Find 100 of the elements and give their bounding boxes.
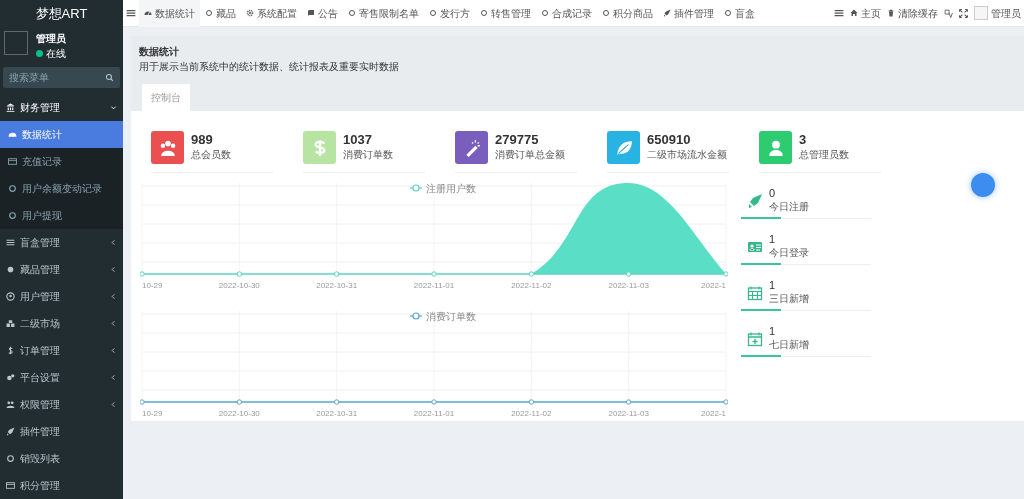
stat-label: 总管理员数	[799, 148, 849, 163]
sidebar-subitem[interactable]: 用户余额变动记录	[0, 175, 123, 202]
nav-tab[interactable]: 转售管理	[475, 0, 536, 27]
x-axis-label: 10-29	[142, 409, 163, 418]
x-axis-label: 2022-10-30	[218, 281, 260, 290]
rocket-icon	[663, 9, 671, 17]
accent-bar	[741, 263, 781, 265]
cubes-icon	[6, 319, 15, 328]
circle-icon	[724, 9, 732, 17]
x-axis-label: 2022-11-03	[608, 281, 649, 290]
stat-label: 总会员数	[191, 148, 231, 163]
stat-label: 消费订单总金额	[495, 148, 565, 163]
stat-label: 二级市场流水金额	[647, 148, 727, 163]
calendar-icon	[747, 284, 763, 301]
sidebar-item[interactable]: 订单管理	[0, 337, 123, 364]
nav-tab[interactable]: 盲盒	[719, 0, 760, 27]
sidebar-item[interactable]: 平台设置	[0, 364, 123, 391]
clear-cache-link[interactable]: 清除缓存	[884, 0, 941, 27]
avatar-placeholder	[974, 6, 988, 20]
stat-value: 989	[191, 132, 214, 148]
sidebar-item[interactable]: 积分管理	[0, 472, 123, 499]
x-axis-label: 2022-11-02	[511, 281, 552, 290]
sidebar-item[interactable]: 藏品管理	[0, 256, 123, 283]
nav-tab[interactable]: 寄售限制名单	[343, 0, 424, 27]
leaf-icon	[614, 138, 633, 157]
bank-icon	[6, 103, 15, 112]
list-icon	[6, 238, 15, 247]
sidebar-item[interactable]: 财务管理	[0, 94, 123, 121]
accent-bar	[741, 217, 781, 219]
legend-marker	[409, 312, 423, 320]
x-axis-label: 2022-11-02	[511, 409, 552, 418]
circle-icon	[480, 9, 488, 17]
quick-stat-label: 今日登录	[769, 246, 809, 261]
sidebar-subitem[interactable]: 数据统计	[0, 121, 123, 148]
account-menu[interactable]: 管理员	[971, 0, 1024, 27]
nav-tab[interactable]: 公告	[302, 0, 343, 27]
sidebar-subitem[interactable]: 充值记录	[0, 148, 123, 175]
x-axis-label: 2022-11-01	[413, 409, 455, 418]
card-icon	[8, 157, 17, 166]
sidebar-item[interactable]: 盲盒管理	[0, 229, 123, 256]
quick-stat-label: 三日新增	[769, 292, 809, 307]
circle-icon	[541, 9, 549, 17]
legend-marker	[409, 184, 423, 192]
circle-icon	[429, 9, 437, 17]
x-axis-label: 2022-10-31	[316, 281, 358, 290]
expand-icon	[959, 8, 968, 18]
home-link[interactable]: 主页	[847, 0, 884, 27]
nav-tab[interactable]: 合成记录	[536, 0, 597, 27]
quick-stat-label: 七日新增	[769, 338, 809, 353]
menu-icon	[126, 8, 136, 18]
x-axis-label: 2022-11-03	[608, 409, 649, 418]
stat-value: 650910	[647, 132, 692, 148]
dot-icon	[6, 265, 15, 274]
circle-icon	[205, 9, 213, 17]
circle-icon	[348, 9, 356, 17]
quick-stat-value: 1	[769, 324, 777, 338]
page-description: 用于展示当前系统中的统计数据、统计报表及重要实时数据	[139, 60, 400, 74]
user-name: 管理员	[36, 32, 66, 46]
x-axis-label: 2022-10-30	[218, 409, 260, 418]
card-icon	[6, 481, 15, 490]
nav-tab[interactable]: 系统配置	[241, 0, 302, 27]
x-axis-label: 2022-1	[701, 409, 726, 418]
legend-label: 注册用户数	[426, 183, 476, 194]
sidebar-item[interactable]: 插件管理	[0, 418, 123, 445]
circle-icon	[8, 211, 17, 220]
user-icon	[766, 138, 785, 157]
brand-logo: 梦想ART	[34, 4, 89, 23]
nav-tab[interactable]: 发行方	[424, 0, 475, 27]
nav-tab[interactable]: 积分商品	[597, 0, 658, 27]
accent-bar	[741, 355, 781, 357]
search-field[interactable]: 搜索菜单	[3, 67, 120, 88]
search-icon	[105, 73, 114, 82]
user-status: 在线	[46, 47, 66, 61]
nav-tab[interactable]: 插件管理	[658, 0, 719, 27]
legend-label: 消费订单数	[426, 311, 476, 322]
sidebar-item[interactable]: 用户管理	[0, 283, 123, 310]
circle-icon	[602, 9, 610, 17]
sidebar-item[interactable]: 二级市场	[0, 310, 123, 337]
x-axis-label: 2022-1	[701, 281, 726, 290]
gauge-icon	[8, 130, 17, 139]
user-icon	[6, 292, 15, 301]
quick-stat-label: 今日注册	[769, 200, 809, 215]
floating-ball-icon[interactable]	[971, 173, 995, 197]
gear-icon	[246, 9, 254, 17]
nav-tab[interactable]: 藏品	[200, 0, 241, 27]
menu-icon	[834, 8, 844, 18]
rocket-icon	[6, 427, 15, 436]
gauge-icon	[144, 9, 152, 17]
sidebar-item[interactable]: 销毁列表	[0, 445, 123, 472]
stat-value: 279775	[495, 132, 540, 148]
sidebar-item[interactable]: 权限管理	[0, 391, 123, 418]
x-axis-label: 2022-10-31	[316, 409, 358, 418]
stat-value: 1037	[343, 132, 373, 148]
rocket-icon	[747, 192, 763, 209]
nav-tab[interactable]: 数据统计	[139, 0, 200, 27]
trash-icon	[887, 9, 895, 17]
avatar-placeholder	[4, 31, 28, 55]
accent-bar	[741, 309, 781, 311]
home-icon	[850, 9, 858, 17]
sidebar-subitem[interactable]: 用户提现	[0, 202, 123, 229]
